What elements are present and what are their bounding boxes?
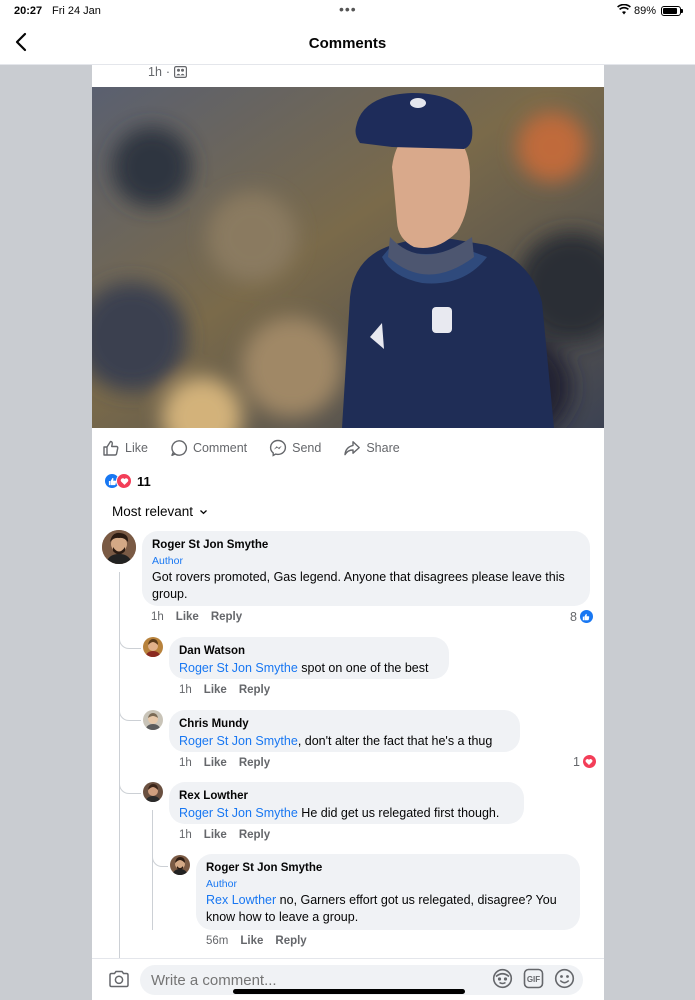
mention-link[interactable]: Rex Lowther: [206, 893, 276, 907]
comment-time: 1h: [151, 611, 164, 623]
comment-meta: 1h Like Reply: [179, 684, 270, 696]
comment-bubble[interactable]: Chris Mundy Roger St Jon Smythe, don't a…: [169, 710, 520, 752]
emoji-icon[interactable]: [554, 968, 575, 989]
thumbs-up-icon: [103, 440, 119, 456]
comment-bubble[interactable]: Dan Watson Roger St Jon Smythe spot on o…: [169, 637, 449, 679]
group-icon: [174, 66, 188, 78]
like-reaction-icon: [578, 609, 594, 624]
sort-dropdown[interactable]: Most relevant: [112, 504, 208, 519]
camera-icon[interactable]: [108, 969, 130, 989]
post-actions: Like Comment Send Share: [102, 437, 400, 459]
comment-like-button[interactable]: Like: [204, 684, 227, 696]
thread-connector: [119, 770, 141, 794]
send-label: Send: [292, 441, 322, 455]
nav-bar: Comments: [0, 22, 695, 65]
comment-author[interactable]: Rex Lowther: [179, 788, 514, 805]
comment-text: Got rovers promoted, Gas legend. Anyone …: [152, 570, 565, 601]
thread-connector: [152, 843, 168, 867]
comment-time: 1h: [179, 757, 192, 769]
comment-author[interactable]: Chris Mundy: [179, 716, 510, 733]
avatar-sticker-icon[interactable]: [492, 968, 513, 989]
comment-button[interactable]: Comment: [170, 437, 247, 459]
thread-line: [152, 810, 153, 930]
comment-reply-button[interactable]: Reply: [239, 829, 270, 841]
mention-link[interactable]: Roger St Jon Smythe: [179, 806, 298, 820]
author-badge: Author: [152, 555, 183, 567]
avatar[interactable]: [143, 710, 163, 730]
chevron-down-icon: [200, 509, 207, 514]
svg-text:GIF: GIF: [527, 975, 540, 984]
share-label: Share: [366, 441, 400, 455]
reaction-number: 1: [573, 754, 580, 769]
battery-percent: 89%: [634, 5, 657, 17]
comment-author[interactable]: Roger St Jon Smythe: [206, 860, 570, 877]
sort-label: Most relevant: [112, 504, 194, 519]
photo-illustration: [92, 87, 604, 428]
gif-icon[interactable]: GIF: [523, 968, 544, 989]
avatar[interactable]: [170, 855, 190, 875]
comment-reaction-count[interactable]: 1: [573, 754, 597, 769]
comment-meta: 1h Like Reply: [151, 611, 242, 623]
comment-text: spot on one of the best: [297, 661, 429, 675]
post-photo[interactable]: [92, 87, 604, 428]
comment-reply-button[interactable]: Reply: [275, 935, 306, 947]
love-reaction-icon: [116, 473, 132, 489]
reaction-number: 8: [570, 609, 577, 624]
comment-time: 56m: [206, 935, 229, 947]
multitask-dots-icon[interactable]: •••: [339, 1, 357, 17]
page-title: Comments: [308, 35, 387, 52]
comment-reaction-count[interactable]: 8: [570, 609, 594, 624]
thread-connector: [119, 697, 141, 721]
comment-reply-button[interactable]: Reply: [239, 757, 270, 769]
reaction-count: 11: [137, 473, 151, 489]
thread-connector: [119, 625, 141, 649]
comment-like-button[interactable]: Like: [176, 611, 199, 623]
messenger-icon: [270, 439, 287, 457]
author-badge: Author: [206, 878, 237, 890]
send-button[interactable]: Send: [269, 437, 321, 459]
like-label: Like: [125, 441, 148, 455]
like-button[interactable]: Like: [102, 437, 148, 459]
comment-bubble[interactable]: Roger St Jon Smythe Author Rex Lowther n…: [196, 854, 580, 930]
mention-link[interactable]: Roger St Jon Smythe: [179, 661, 298, 675]
avatar[interactable]: [143, 782, 163, 802]
avatar[interactable]: [102, 530, 136, 564]
comment-like-button[interactable]: Like: [204, 829, 227, 841]
battery-icon: [661, 6, 683, 16]
comment-time: 1h: [179, 829, 192, 841]
share-arrow-icon: [344, 441, 361, 456]
post-card: 1h · Like Comment Send Share 11 Most rel…: [92, 65, 604, 960]
comment-time: 1h: [179, 684, 192, 696]
comment-author[interactable]: Dan Watson: [179, 643, 439, 660]
comment-meta: 1h Like Reply: [179, 757, 270, 769]
comment-author[interactable]: Roger St Jon Smythe: [152, 537, 580, 554]
comment-meta: 56m Like Reply: [206, 935, 307, 947]
avatar[interactable]: [143, 637, 163, 657]
love-reaction-icon: [581, 754, 597, 769]
status-date: Fri 24 Jan: [52, 5, 101, 17]
comment-bubble[interactable]: Roger St Jon Smythe Author Got rovers pr…: [142, 531, 590, 606]
reaction-summary[interactable]: 11: [104, 473, 151, 489]
comment-like-button[interactable]: Like: [240, 935, 263, 947]
comment-text: He did get us relegated first though.: [297, 806, 500, 820]
status-bar: 20:27 Fri 24 Jan ••• 89%: [0, 0, 695, 22]
comment-bubble[interactable]: Rex Lowther Roger St Jon Smythe He did g…: [169, 782, 524, 824]
comment-text: , don't alter the fact that he's a thug: [297, 734, 493, 748]
comment-reply-button[interactable]: Reply: [239, 684, 270, 696]
wifi-icon: [617, 4, 631, 15]
comment-label: Comment: [192, 441, 248, 455]
share-button[interactable]: Share: [343, 437, 400, 459]
comment-like-button[interactable]: Like: [204, 757, 227, 769]
comment-reply-button[interactable]: Reply: [211, 611, 242, 623]
comment-meta: 1h Like Reply: [179, 829, 270, 841]
home-indicator[interactable]: [233, 989, 465, 994]
comment-bubble-icon: [171, 440, 187, 456]
post-meta: 1h ·: [148, 65, 188, 79]
mention-link[interactable]: Roger St Jon Smythe: [179, 734, 298, 748]
post-time: 1h: [148, 65, 162, 79]
status-time: 20:27: [14, 5, 43, 17]
